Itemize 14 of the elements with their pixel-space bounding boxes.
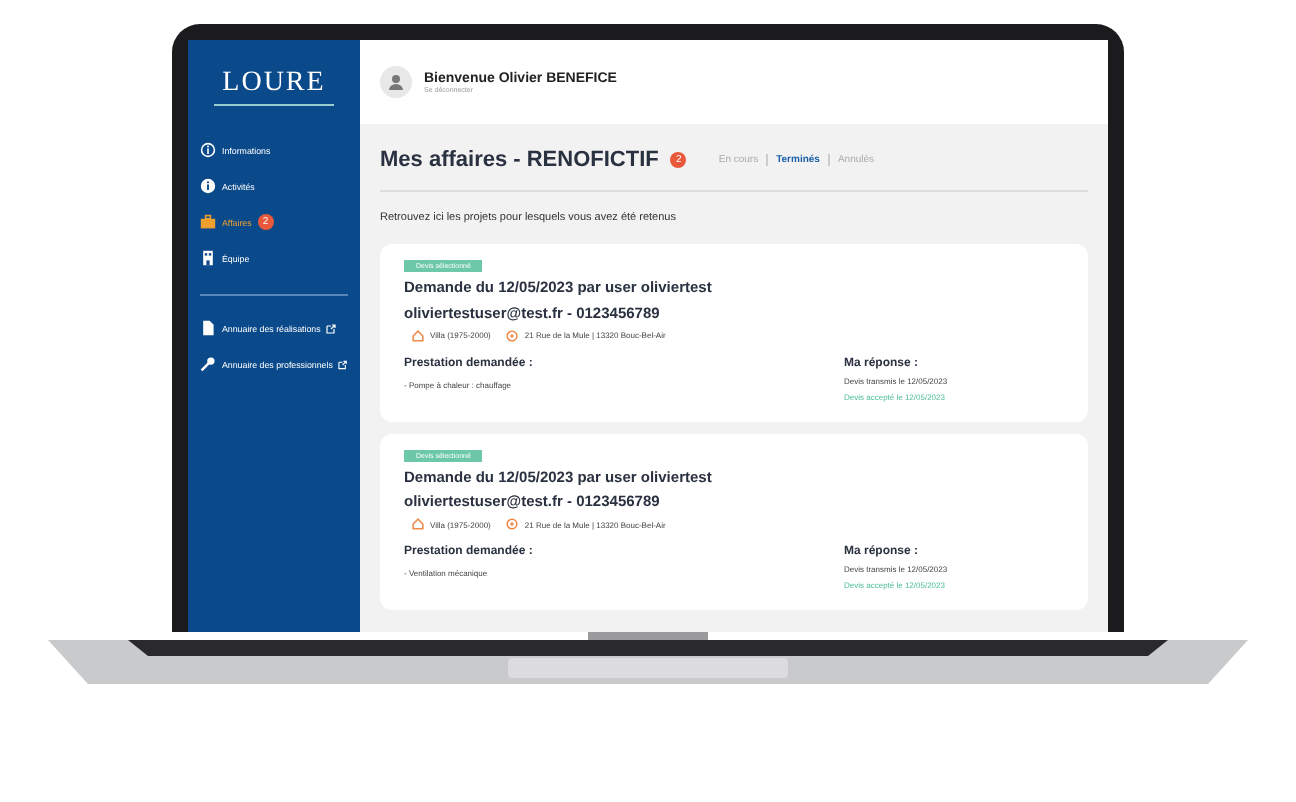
house-icon: [412, 329, 424, 341]
building-icon: [200, 250, 216, 266]
logo: LOURE: [214, 64, 334, 106]
wrench-icon: [200, 356, 216, 372]
document-icon: [200, 320, 216, 336]
info-icon: [200, 142, 216, 158]
page-title: Mes affaires - RENOFICTIF: [380, 148, 659, 172]
briefcase-icon: [200, 214, 216, 230]
info-icon: [200, 178, 216, 194]
house-icon: [412, 518, 424, 530]
location-pin-icon: [506, 329, 519, 341]
external-link-icon: [338, 359, 348, 369]
external-link-icon: [326, 323, 337, 333]
location-pin-icon: [506, 518, 519, 530]
